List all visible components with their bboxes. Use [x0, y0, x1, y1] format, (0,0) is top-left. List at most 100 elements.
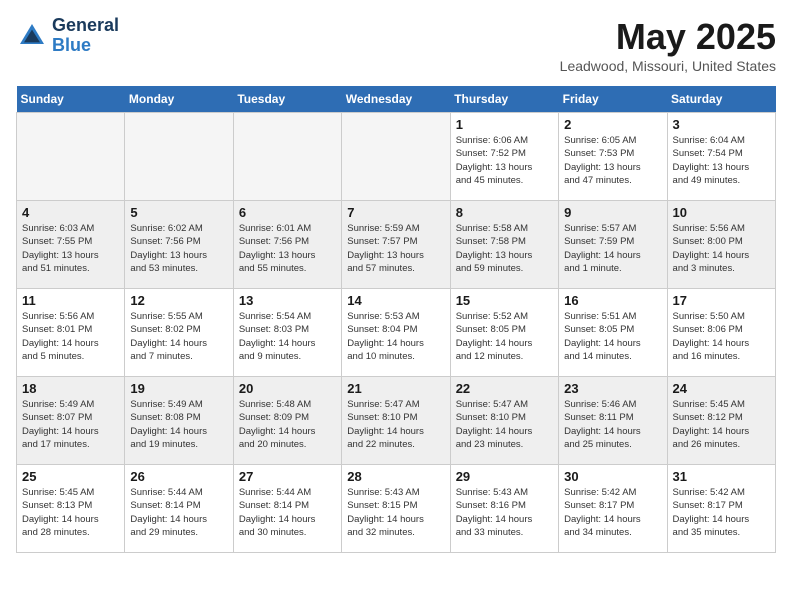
- day-info: Sunrise: 5:56 AM Sunset: 8:01 PM Dayligh…: [22, 310, 119, 363]
- calendar-cell: [233, 113, 341, 201]
- header-day-friday: Friday: [559, 86, 667, 113]
- logo-blue: Blue: [52, 36, 119, 56]
- day-number: 10: [673, 205, 770, 220]
- calendar-cell: 6Sunrise: 6:01 AM Sunset: 7:56 PM Daylig…: [233, 201, 341, 289]
- calendar-cell: 25 Sunrise: 5:45 AM Sunset: 8:13 PM Dayli…: [17, 465, 125, 553]
- calendar-cell: 22 Sunrise: 5:47 AM Sunset: 8:10 PM Dayli…: [450, 377, 558, 465]
- header-day-thursday: Thursday: [450, 86, 558, 113]
- calendar-cell: 24Sunrise: 5:45 AM Sunset: 8:12 PM Dayli…: [667, 377, 775, 465]
- calendar-cell: 4 Sunrise: 6:03 AM Sunset: 7:55 PM Daylig…: [17, 201, 125, 289]
- calendar-cell: 3Sunrise: 6:04 AM Sunset: 7:54 PM Daylig…: [667, 113, 775, 201]
- calendar-cell: 12 Sunrise: 5:55 AM Sunset: 8:02 PM Dayli…: [125, 289, 233, 377]
- calendar-table: SundayMondayTuesdayWednesdayThursdayFrid…: [16, 86, 776, 553]
- calendar-cell: 20Sunrise: 5:48 AM Sunset: 8:09 PM Dayli…: [233, 377, 341, 465]
- calendar-cell: 19 Sunrise: 5:49 AM Sunset: 8:08 PM Dayli…: [125, 377, 233, 465]
- day-number: 22: [456, 381, 553, 396]
- calendar-cell: 10 Sunrise: 5:56 AM Sunset: 8:00 PM Dayli…: [667, 201, 775, 289]
- day-number: 21: [347, 381, 444, 396]
- day-info: Sunrise: 5:49 AM Sunset: 8:07 PM Dayligh…: [22, 398, 119, 451]
- day-number: 1: [456, 117, 553, 132]
- calendar-cell: 29 Sunrise: 5:43 AM Sunset: 8:16 PM Dayli…: [450, 465, 558, 553]
- day-info: Sunrise: 6:03 AM Sunset: 7:55 PM Dayligh…: [22, 222, 119, 275]
- day-number: 27: [239, 469, 336, 484]
- calendar-cell: 9Sunrise: 5:57 AM Sunset: 7:59 PM Daylig…: [559, 201, 667, 289]
- calendar-cell: 30Sunrise: 5:42 AM Sunset: 8:17 PM Dayli…: [559, 465, 667, 553]
- day-number: 4: [22, 205, 119, 220]
- calendar-cell: [342, 113, 450, 201]
- calendar-cell: 27Sunrise: 5:44 AM Sunset: 8:14 PM Dayli…: [233, 465, 341, 553]
- calendar-cell: 17Sunrise: 5:50 AM Sunset: 8:06 PM Dayli…: [667, 289, 775, 377]
- day-info: Sunrise: 5:46 AM Sunset: 8:11 PM Dayligh…: [564, 398, 661, 451]
- day-number: 19: [130, 381, 227, 396]
- day-number: 12: [130, 293, 227, 308]
- day-number: 18: [22, 381, 119, 396]
- day-number: 13: [239, 293, 336, 308]
- calendar-cell: 11 Sunrise: 5:56 AM Sunset: 8:01 PM Dayli…: [17, 289, 125, 377]
- header-day-tuesday: Tuesday: [233, 86, 341, 113]
- calendar-cell: 5 Sunrise: 6:02 AM Sunset: 7:56 PM Daylig…: [125, 201, 233, 289]
- calendar-cell: 23 Sunrise: 5:46 AM Sunset: 8:11 PM Dayli…: [559, 377, 667, 465]
- day-number: 8: [456, 205, 553, 220]
- day-info: Sunrise: 5:56 AM Sunset: 8:00 PM Dayligh…: [673, 222, 770, 275]
- day-number: 5: [130, 205, 227, 220]
- day-info: Sunrise: 5:55 AM Sunset: 8:02 PM Dayligh…: [130, 310, 227, 363]
- week-row-3: 11 Sunrise: 5:56 AM Sunset: 8:01 PM Dayli…: [17, 289, 776, 377]
- calendar-cell: [17, 113, 125, 201]
- day-number: 23: [564, 381, 661, 396]
- calendar-cell: 8 Sunrise: 5:58 AM Sunset: 7:58 PM Daylig…: [450, 201, 558, 289]
- day-info: Sunrise: 5:43 AM Sunset: 8:16 PM Dayligh…: [456, 486, 553, 539]
- calendar-cell: 1Sunrise: 6:06 AM Sunset: 7:52 PM Daylig…: [450, 113, 558, 201]
- day-number: 11: [22, 293, 119, 308]
- calendar-cell: 7Sunrise: 5:59 AM Sunset: 7:57 PM Daylig…: [342, 201, 450, 289]
- day-number: 7: [347, 205, 444, 220]
- day-number: 26: [130, 469, 227, 484]
- calendar-cell: 21 Sunrise: 5:47 AM Sunset: 8:10 PM Dayli…: [342, 377, 450, 465]
- day-number: 29: [456, 469, 553, 484]
- day-info: Sunrise: 6:05 AM Sunset: 7:53 PM Dayligh…: [564, 134, 661, 187]
- calendar-cell: 2 Sunrise: 6:05 AM Sunset: 7:53 PM Daylig…: [559, 113, 667, 201]
- logo: General Blue: [16, 16, 119, 56]
- calendar-cell: [125, 113, 233, 201]
- header-row: SundayMondayTuesdayWednesdayThursdayFrid…: [17, 86, 776, 113]
- logo-text: General Blue: [52, 16, 119, 56]
- day-info: Sunrise: 6:02 AM Sunset: 7:56 PM Dayligh…: [130, 222, 227, 275]
- week-row-5: 25 Sunrise: 5:45 AM Sunset: 8:13 PM Dayli…: [17, 465, 776, 553]
- day-number: 15: [456, 293, 553, 308]
- day-info: Sunrise: 5:58 AM Sunset: 7:58 PM Dayligh…: [456, 222, 553, 275]
- header-day-saturday: Saturday: [667, 86, 775, 113]
- day-number: 20: [239, 381, 336, 396]
- day-number: 16: [564, 293, 661, 308]
- day-number: 25: [22, 469, 119, 484]
- month-title: May 2025: [560, 16, 776, 58]
- day-info: Sunrise: 5:47 AM Sunset: 8:10 PM Dayligh…: [456, 398, 553, 451]
- header-day-monday: Monday: [125, 86, 233, 113]
- week-row-1: 1Sunrise: 6:06 AM Sunset: 7:52 PM Daylig…: [17, 113, 776, 201]
- day-number: 30: [564, 469, 661, 484]
- day-number: 17: [673, 293, 770, 308]
- logo-icon: [16, 20, 48, 52]
- calendar-cell: 31 Sunrise: 5:42 AM Sunset: 8:17 PM Dayli…: [667, 465, 775, 553]
- day-info: Sunrise: 5:57 AM Sunset: 7:59 PM Dayligh…: [564, 222, 661, 275]
- day-number: 2: [564, 117, 661, 132]
- day-info: Sunrise: 5:44 AM Sunset: 8:14 PM Dayligh…: [130, 486, 227, 539]
- day-info: Sunrise: 5:53 AM Sunset: 8:04 PM Dayligh…: [347, 310, 444, 363]
- day-info: Sunrise: 5:42 AM Sunset: 8:17 PM Dayligh…: [673, 486, 770, 539]
- day-info: Sunrise: 5:51 AM Sunset: 8:05 PM Dayligh…: [564, 310, 661, 363]
- calendar-cell: 14 Sunrise: 5:53 AM Sunset: 8:04 PM Dayli…: [342, 289, 450, 377]
- location: Leadwood, Missouri, United States: [560, 58, 776, 74]
- calendar-cell: 26 Sunrise: 5:44 AM Sunset: 8:14 PM Dayli…: [125, 465, 233, 553]
- day-number: 28: [347, 469, 444, 484]
- day-number: 31: [673, 469, 770, 484]
- page-header: General Blue May 2025 Leadwood, Missouri…: [16, 16, 776, 74]
- day-info: Sunrise: 5:43 AM Sunset: 8:15 PM Dayligh…: [347, 486, 444, 539]
- day-info: Sunrise: 5:54 AM Sunset: 8:03 PM Dayligh…: [239, 310, 336, 363]
- day-number: 3: [673, 117, 770, 132]
- day-info: Sunrise: 5:47 AM Sunset: 8:10 PM Dayligh…: [347, 398, 444, 451]
- week-row-4: 18 Sunrise: 5:49 AM Sunset: 8:07 PM Dayli…: [17, 377, 776, 465]
- day-info: Sunrise: 5:49 AM Sunset: 8:08 PM Dayligh…: [130, 398, 227, 451]
- title-area: May 2025 Leadwood, Missouri, United Stat…: [560, 16, 776, 74]
- day-info: Sunrise: 5:45 AM Sunset: 8:13 PM Dayligh…: [22, 486, 119, 539]
- calendar-cell: 18 Sunrise: 5:49 AM Sunset: 8:07 PM Dayli…: [17, 377, 125, 465]
- day-number: 14: [347, 293, 444, 308]
- calendar-cell: 16 Sunrise: 5:51 AM Sunset: 8:05 PM Dayli…: [559, 289, 667, 377]
